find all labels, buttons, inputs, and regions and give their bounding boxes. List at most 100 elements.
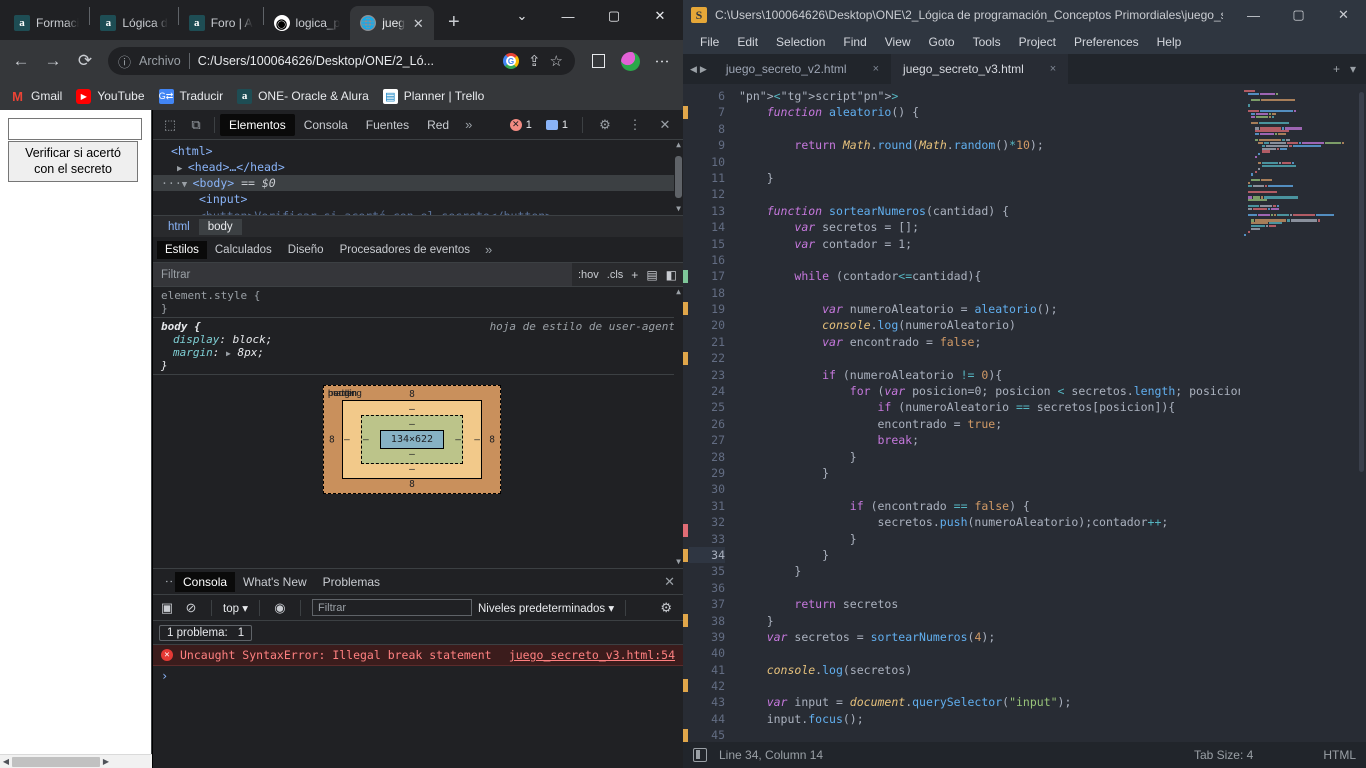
code-line[interactable] [733, 285, 1240, 301]
code-line[interactable]: } [733, 465, 1240, 481]
google-icon[interactable] [502, 53, 519, 69]
chevron-right-icon[interactable]: ▶ [177, 164, 188, 174]
code-line[interactable] [733, 481, 1240, 497]
code-line[interactable]: function aleatorio() { [733, 104, 1240, 120]
bookmark-star-icon[interactable]: ☆ [550, 52, 563, 70]
scroll-up-arrow[interactable]: ▲ [674, 140, 683, 149]
minimize-button[interactable]: — [545, 0, 591, 32]
add-rule-icon[interactable]: + [631, 268, 638, 282]
tab-consola[interactable]: Consola [175, 571, 236, 592]
tab-estilos[interactable]: Estilos [157, 240, 207, 259]
maximize-button[interactable]: ▢ [1276, 0, 1321, 30]
print-media-icon[interactable]: ▤ [646, 268, 657, 282]
menu-tools[interactable]: Tools [964, 35, 1010, 49]
secret-number-input[interactable] [8, 118, 142, 140]
gear-icon[interactable]: ⚙ [660, 600, 678, 616]
error-badge[interactable]: ✕ 1 [505, 118, 537, 132]
code-line[interactable]: input.focus(); [733, 711, 1240, 727]
styles-scrollbar[interactable]: ▲ ▼ [674, 287, 683, 568]
tab-procesadores-eventos[interactable]: Procesadores de eventos [332, 241, 478, 259]
add-tab-icon[interactable]: + [1333, 62, 1340, 76]
console-sidebar-icon[interactable]: ▣ [158, 600, 176, 616]
code-line[interactable] [733, 154, 1240, 170]
code-line[interactable]: var encontrado = false; [733, 334, 1240, 350]
code-line[interactable] [733, 252, 1240, 268]
code-minimap[interactable] [1240, 84, 1366, 742]
code-editor[interactable]: "pn"><"tg">script"pn">> function aleator… [733, 84, 1240, 742]
code-line[interactable]: } [733, 547, 1240, 563]
minimap-scrollbar[interactable] [1359, 92, 1364, 472]
breadcrumb-html[interactable]: html [159, 219, 199, 235]
dom-node-html[interactable]: <html> [153, 143, 683, 159]
browser-menu-button[interactable]: ⋮ [647, 46, 677, 76]
style-rule-element[interactable]: element.style { } [153, 287, 683, 318]
close-button[interactable]: ✕ [637, 0, 683, 32]
profile-avatar[interactable] [615, 46, 645, 76]
prop-display-value[interactable]: : block; [219, 333, 272, 346]
bookmark-gmail[interactable]: M Gmail [10, 89, 62, 104]
styles-filter-input[interactable]: Filtrar [153, 263, 572, 286]
breadcrumb-body[interactable]: body [198, 218, 242, 235]
chevron-down-icon[interactable]: ▼ [182, 180, 193, 190]
console-filter-input[interactable]: Filtrar [311, 599, 472, 616]
dom-node-body[interactable]: ···▼ <body> == $0 [153, 175, 683, 191]
code-line[interactable]: if (encontrado == false) { [733, 498, 1240, 514]
dom-node-button[interactable]: <button>Verificar si acertó con el secre… [153, 208, 683, 215]
code-line[interactable]: var numeroAleatorio = aleatorio(); [733, 301, 1240, 317]
menu-help[interactable]: Help [1148, 35, 1191, 49]
tab-problemas[interactable]: Problemas [315, 572, 388, 592]
tab-calculados[interactable]: Calculados [207, 241, 280, 259]
close-icon[interactable]: × [873, 63, 879, 75]
browser-tab-1[interactable]: a Lógica d [90, 6, 177, 40]
editor-tab-v3[interactable]: juego_secreto_v3.html × [891, 54, 1069, 84]
browser-tab-2[interactable]: a Foro | A [179, 6, 263, 40]
hov-toggle[interactable]: :hov [578, 269, 599, 281]
prop-margin-name[interactable]: margin [161, 346, 213, 359]
code-line[interactable]: } [733, 449, 1240, 465]
kebab-icon[interactable]: ⋮ [155, 575, 179, 588]
side-panel-icon[interactable] [583, 46, 613, 76]
code-line[interactable] [733, 186, 1240, 202]
close-icon[interactable]: × [1050, 63, 1056, 75]
scroll-right-arrow[interactable]: ▶ [100, 757, 112, 766]
tab-next-icon[interactable]: ▶ [700, 64, 707, 75]
prop-margin-value[interactable]: : ▶ 8px; [213, 346, 264, 359]
bookmark-youtube[interactable]: ▶ YouTube [76, 88, 145, 104]
code-line[interactable]: while (contador<=cantidad){ [733, 268, 1240, 284]
forward-button[interactable]: → [38, 46, 68, 76]
syntax-label[interactable]: HTML [1323, 748, 1356, 762]
code-line[interactable]: var contador = 1; [733, 236, 1240, 252]
menu-find[interactable]: Find [834, 35, 875, 49]
menu-selection[interactable]: Selection [767, 35, 834, 49]
code-line[interactable]: if (numeroAleatorio != 0){ [733, 367, 1240, 383]
code-line[interactable] [733, 121, 1240, 137]
problems-pill[interactable]: 1 problema: 1 [159, 624, 253, 641]
verify-button[interactable]: Verificar si acertó con el secreto [8, 141, 138, 183]
share-icon[interactable]: ⇪ [528, 52, 541, 70]
code-line[interactable]: secretos.push(numeroAleatorio);contador+… [733, 514, 1240, 530]
console-context-selector[interactable]: top ▾ [223, 601, 248, 615]
scroll-down-arrow[interactable]: ▼ [674, 204, 683, 213]
inspect-element-icon[interactable]: ⬚ [157, 112, 183, 138]
tab-consola[interactable]: Consola [295, 114, 357, 136]
code-line[interactable] [733, 678, 1240, 694]
code-line[interactable]: return Math.round(Math.random()*10); [733, 137, 1240, 153]
code-line[interactable]: return secretos [733, 596, 1240, 612]
code-line[interactable]: console.log(secretos) [733, 662, 1240, 678]
style-rule-body[interactable]: hoja de estilo de user-agent body { displ… [153, 318, 683, 375]
code-line[interactable]: } [733, 170, 1240, 186]
code-line[interactable] [733, 350, 1240, 366]
browser-tab-4-active[interactable]: 🌐 jueg ✕ [350, 6, 434, 40]
code-line[interactable]: console.log(numeroAleatorio) [733, 317, 1240, 333]
sidebar-toggle-icon[interactable] [693, 748, 707, 762]
scroll-up-arrow[interactable]: ▲ [674, 287, 683, 296]
code-line[interactable]: var secretos = []; [733, 219, 1240, 235]
prop-display-name[interactable]: display [161, 333, 219, 346]
minimize-button[interactable]: — [1231, 0, 1276, 30]
menu-preferences[interactable]: Preferences [1065, 35, 1148, 49]
scroll-down-arrow[interactable]: ▼ [674, 557, 683, 566]
bookmark-one-oracle-alura[interactable]: a ONE- Oracle & Alura [237, 88, 369, 104]
tab-whats-new[interactable]: What's New [235, 572, 315, 592]
scrollbar-thumb[interactable] [675, 156, 682, 198]
code-line[interactable]: var input = document.querySelector("inpu… [733, 694, 1240, 710]
